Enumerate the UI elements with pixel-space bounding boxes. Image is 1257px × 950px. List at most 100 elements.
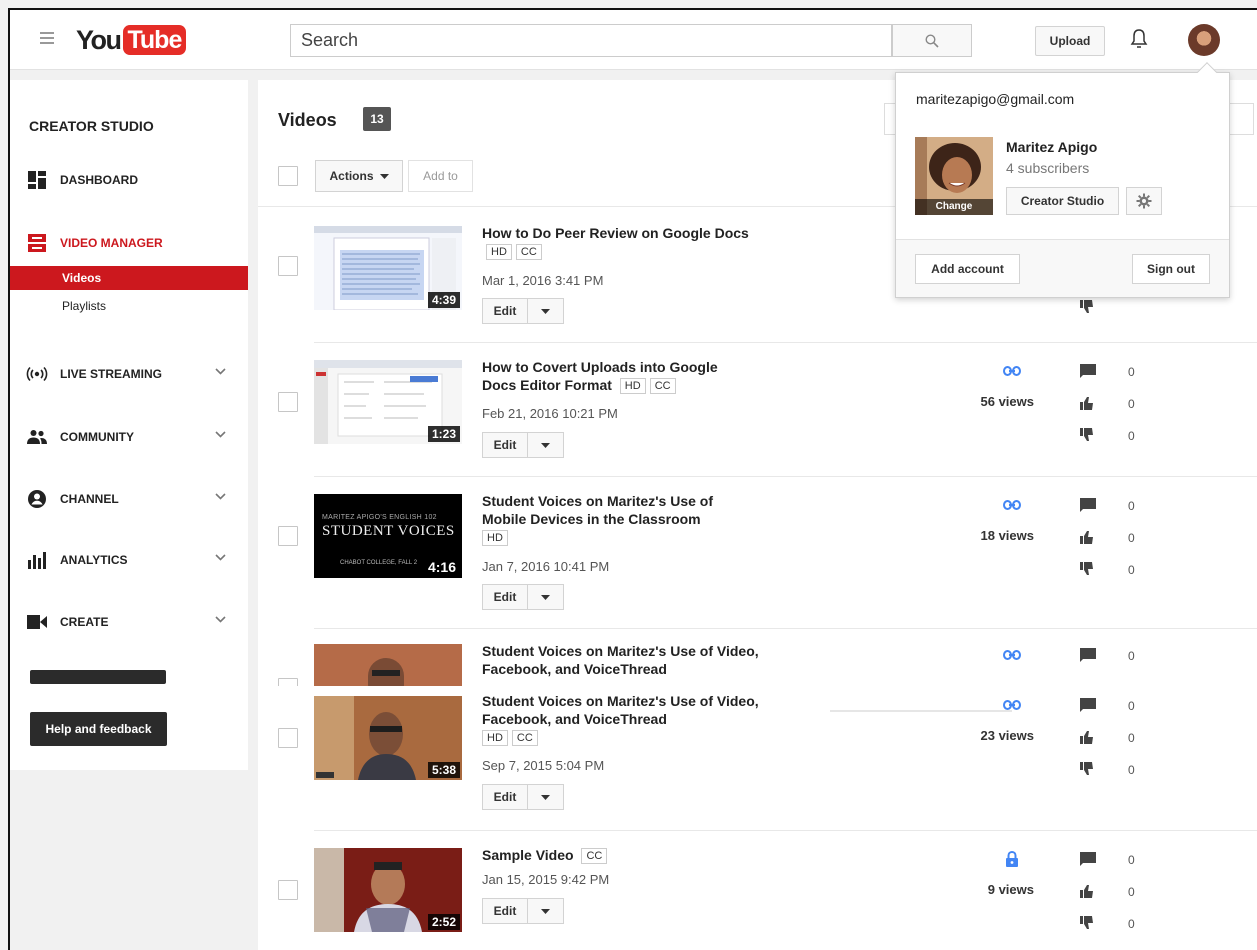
help-and-feedback-button[interactable]: Help and feedback [30, 712, 167, 746]
edit-button[interactable]: Edit [482, 784, 528, 810]
account-avatar[interactable] [1188, 24, 1220, 56]
edit-button[interactable]: Edit [482, 584, 528, 610]
table-row: MARITEZ APIGO'S ENGLISH 102 STUDENT VOIC… [258, 476, 1257, 628]
video-title[interactable]: Student Voices on Maritez's Use of Mobil… [482, 492, 752, 547]
edit-button[interactable]: Edit [482, 898, 528, 924]
comment-count: 0 [1128, 365, 1135, 379]
app-frame: You Tube Search Upload CREATOR STUDIO DA… [8, 8, 1257, 950]
row-checkbox[interactable] [278, 678, 298, 686]
comment-count: 0 [1128, 499, 1135, 513]
actions-button[interactable]: Actions [315, 160, 403, 192]
video-thumbnail[interactable]: 5:38 [314, 696, 462, 780]
community-icon [26, 426, 48, 448]
notifications-bell-icon[interactable] [1130, 28, 1148, 55]
caret-down-icon [541, 308, 550, 314]
edit-dropdown-button[interactable] [528, 784, 564, 810]
cc-badge: CC [649, 378, 676, 395]
video-duration: 1:23 [427, 426, 460, 442]
edit-dropdown-button[interactable] [528, 298, 564, 324]
row-checkbox[interactable] [278, 526, 298, 546]
settings-button[interactable] [1126, 187, 1162, 215]
table-row: 5:38 Student Voices on Maritez's Use of … [258, 686, 1257, 830]
dislike-count: 0 [1128, 563, 1135, 577]
chevron-down-icon[interactable] [215, 429, 226, 441]
row-checkbox[interactable] [278, 256, 298, 276]
video-title[interactable]: Sample Video CC [482, 846, 762, 865]
video-thumbnail[interactable]: 2:52 [314, 848, 462, 932]
video-date: Feb 21, 2016 10:21 PM [482, 406, 618, 421]
video-title[interactable]: Student Voices on Maritez's Use of Video… [482, 642, 762, 678]
video-thumbnail[interactable]: 4:39 [314, 226, 462, 310]
search-placeholder: Search [301, 30, 359, 50]
like-icon [1078, 528, 1098, 546]
divider [830, 710, 1012, 712]
youtube-logo[interactable]: You Tube [76, 24, 187, 56]
comment-icon [1078, 362, 1098, 380]
sidebar-item-video-manager[interactable]: VIDEO MANAGER [10, 223, 248, 263]
chevron-down-icon[interactable] [215, 491, 226, 503]
table-row-ghost: Student Voices on Maritez's Use of Video… [258, 628, 1257, 686]
sign-out-button[interactable]: Sign out [1132, 254, 1210, 284]
edit-button[interactable]: Edit [482, 432, 528, 458]
row-checkbox[interactable] [278, 392, 298, 412]
edit-button-group: Edit [482, 784, 564, 810]
edit-button[interactable]: Edit [482, 298, 528, 324]
video-date: Sep 7, 2015 5:04 PM [482, 758, 605, 773]
add-to-button[interactable]: Add to [408, 160, 473, 192]
dashboard-icon [26, 169, 48, 191]
video-title[interactable]: How to Covert Uploads into Google Docs E… [482, 358, 752, 395]
edit-dropdown-button[interactable] [528, 584, 564, 610]
sidebar-item-live-streaming[interactable]: LIVE STREAMING [10, 354, 248, 394]
view-count: 18 views [980, 528, 1035, 543]
select-all-checkbox[interactable] [278, 166, 298, 186]
dislike-icon [1078, 760, 1098, 778]
edit-button-group: Edit [482, 432, 564, 458]
video-thumbnail[interactable] [314, 644, 462, 686]
sidebar-item-dashboard[interactable]: DASHBOARD [10, 160, 248, 200]
chevron-down-icon[interactable] [215, 614, 226, 626]
table-row: 1:23 How to Covert Uploads into Google D… [258, 342, 1257, 476]
sidebar-item-community[interactable]: COMMUNITY [10, 417, 248, 457]
view-count: 56 views [980, 394, 1035, 409]
sidebar-item-analytics[interactable]: ANALYTICS [10, 540, 248, 580]
comment-icon [1078, 850, 1098, 868]
search-button[interactable] [892, 24, 972, 57]
video-date: Jan 7, 2016 10:41 PM [482, 559, 610, 574]
thumbnail-caption-bottom: CHABOT COLLEGE, FALL 2 [340, 560, 418, 566]
chevron-down-icon[interactable] [215, 366, 226, 378]
video-date: Jan 15, 2015 9:42 PM [482, 872, 610, 887]
edit-dropdown-button[interactable] [528, 432, 564, 458]
creator-studio-sidebar: CREATOR STUDIO DASHBOARD VIDEO MANAGER V… [10, 80, 248, 770]
channel-profile-picture[interactable]: Change [915, 137, 993, 215]
creator-studio-button[interactable]: Creator Studio [1006, 187, 1119, 215]
caret-down-icon [541, 442, 550, 448]
video-title[interactable]: Student Voices on Maritez's Use of Video… [482, 692, 762, 747]
video-title[interactable]: How to Do Peer Review on Google Docs HD C… [482, 224, 762, 261]
hd-badge: HD [482, 730, 508, 747]
subscriber-count: 4 subscribers [1006, 160, 1090, 176]
hd-badge: HD [482, 530, 508, 547]
row-checkbox[interactable] [278, 880, 298, 900]
sidebar-item-create[interactable]: CREATE [10, 602, 248, 642]
sidebar-item-channel[interactable]: CHANNEL [10, 479, 248, 519]
unlisted-link-icon [1000, 496, 1024, 514]
like-count: 0 [1128, 731, 1135, 745]
dislike-count: 0 [1128, 763, 1135, 777]
video-thumbnail[interactable]: MARITEZ APIGO'S ENGLISH 102 STUDENT VOIC… [314, 494, 462, 578]
account-popup: maritezapigo@gmail.com Change Maritez Ap… [895, 62, 1230, 298]
video-thumbnail[interactable]: 1:23 [314, 360, 462, 444]
sidebar-title: CREATOR STUDIO [29, 118, 154, 134]
sidebar-subitem-videos[interactable]: Videos [10, 266, 248, 290]
row-checkbox[interactable] [278, 728, 298, 748]
guide-menu-icon[interactable] [40, 32, 54, 44]
hd-badge: HD [619, 378, 646, 395]
add-account-button[interactable]: Add account [915, 254, 1020, 284]
sidebar-subitem-playlists[interactable]: Playlists [10, 294, 248, 318]
chevron-down-icon[interactable] [215, 552, 226, 564]
edit-dropdown-button[interactable] [528, 898, 564, 924]
like-icon [1078, 728, 1098, 746]
upload-button[interactable]: Upload [1035, 26, 1105, 56]
caret-down-icon [379, 173, 389, 179]
change-photo-button[interactable]: Change [915, 199, 993, 215]
search-input[interactable]: Search [290, 24, 892, 57]
